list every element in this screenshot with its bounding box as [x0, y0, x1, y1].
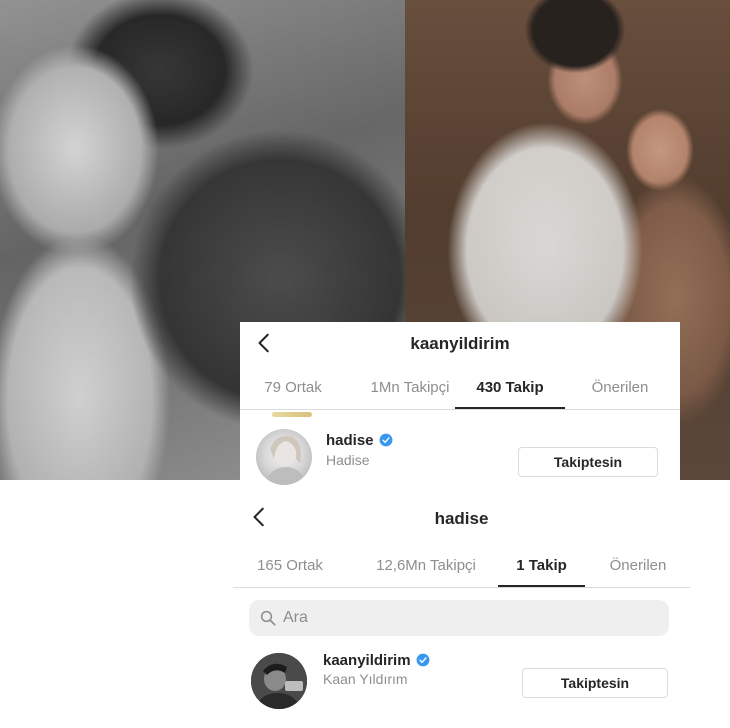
tab-following[interactable]: 430 Takip [455, 370, 565, 410]
avatar-image [251, 653, 307, 709]
username[interactable]: hadise [326, 432, 393, 449]
tab-bar: 79 Ortak 1Mn Takipçi 430 Takip Önerilen [240, 370, 680, 410]
nav-bar: kaanyildirim [240, 322, 680, 366]
page-title: hadise [434, 509, 489, 528]
verified-badge-icon [416, 653, 429, 667]
full-name: Hadise [326, 452, 370, 468]
tab-bar: 165 Ortak 12,6Mn Takipçi 1 Takip Önerile… [233, 548, 690, 588]
full-name: Kaan Yıldırım [323, 671, 408, 687]
hadise-following-panel: hadise 165 Ortak 12,6Mn Takipçi 1 Takip … [233, 500, 690, 728]
tabs-divider [240, 409, 680, 410]
list-item[interactable]: hadise Hadise Takiptesin [240, 426, 680, 488]
tab-followers[interactable]: 1Mn Takipçi [350, 370, 470, 410]
search-placeholder: Ara [283, 609, 308, 626]
nav-bar: hadise [233, 500, 690, 544]
story-ring-fragment [272, 412, 312, 417]
verified-badge-icon [379, 433, 392, 447]
kaanyildirim-following-panel: kaanyildirim 79 Ortak 1Mn Takipçi 430 Ta… [240, 322, 680, 485]
tab-mutual[interactable]: 79 Ortak [248, 370, 338, 410]
username-text[interactable]: hadise [326, 432, 374, 449]
tab-following[interactable]: 1 Takip [498, 548, 585, 588]
tab-suggested[interactable]: Önerilen [593, 548, 683, 588]
following-button[interactable]: Takiptesin [518, 447, 658, 477]
list-item[interactable]: kaanyildirim Kaan Yıldırım Takiptesin [233, 650, 690, 712]
tab-mutual[interactable]: 165 Ortak [245, 548, 335, 588]
username[interactable]: kaanyildirim [323, 652, 430, 669]
following-button[interactable]: Takiptesin [522, 668, 668, 698]
tabs-divider [233, 587, 690, 588]
avatar[interactable] [251, 653, 307, 709]
avatar[interactable] [256, 429, 312, 485]
avatar-image [264, 436, 306, 485]
username-text[interactable]: kaanyildirim [323, 652, 411, 669]
search-icon [260, 610, 276, 626]
page-title: kaanyildirim [410, 334, 510, 353]
tab-suggested[interactable]: Önerilen [570, 370, 670, 410]
tab-followers[interactable]: 12,6Mn Takipçi [361, 548, 491, 588]
search-input[interactable]: Ara [249, 600, 669, 636]
